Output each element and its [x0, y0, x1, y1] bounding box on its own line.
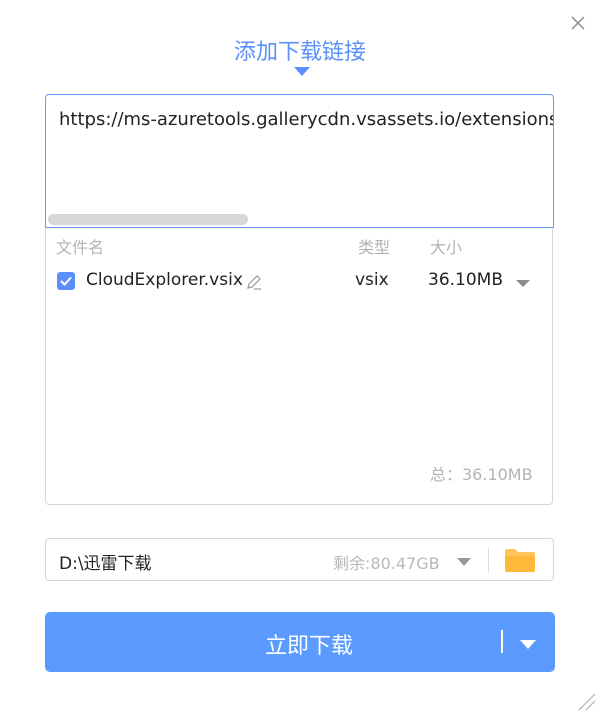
column-header-type: 类型 — [358, 238, 391, 257]
path-history-dropdown[interactable] — [457, 558, 471, 566]
save-path-field[interactable]: D:\迅雷下载 剩余:80.47GB — [45, 538, 554, 581]
url-text[interactable]: https://ms-azuretools.gallerycdn.vsasset… — [59, 109, 553, 130]
folder-icon — [505, 549, 535, 572]
check-icon — [60, 276, 72, 286]
file-size: 36.10MB — [428, 270, 503, 290]
edit-filename-button[interactable] — [245, 273, 263, 291]
dialog-title: 添加下载链接 — [233, 40, 366, 65]
column-header-name: 文件名 — [56, 238, 105, 257]
url-input[interactable]: https://ms-azuretools.gallerycdn.vsasset… — [45, 94, 554, 228]
browse-folder-button[interactable] — [504, 547, 536, 573]
file-checkbox[interactable] — [57, 272, 75, 290]
file-name: CloudExplorer.vsix — [86, 270, 243, 290]
resize-grip-icon[interactable] — [575, 690, 597, 712]
close-icon — [571, 16, 585, 30]
edit-icon — [247, 275, 261, 290]
close-button[interactable] — [569, 14, 587, 32]
download-now-label: 立即下载 — [264, 634, 353, 659]
chevron-down-icon[interactable] — [516, 280, 530, 287]
file-type: vsix — [355, 270, 389, 290]
download-now-button[interactable]: 立即下载 — [45, 612, 555, 672]
url-horizontal-scrollbar[interactable] — [48, 214, 248, 225]
path-divider — [488, 548, 489, 573]
table-row[interactable]: CloudExplorer.vsix vsix 36.10MB — [46, 264, 552, 298]
total-size: 总：36.10MB — [430, 465, 533, 484]
download-options-dropdown[interactable] — [520, 640, 536, 649]
column-header-size: 大小 — [430, 238, 463, 257]
title-caret-icon — [294, 67, 310, 76]
button-divider — [501, 630, 503, 653]
save-path-text[interactable]: D:\迅雷下载 — [59, 549, 152, 574]
free-space-label: 剩余:80.47GB — [333, 554, 440, 573]
